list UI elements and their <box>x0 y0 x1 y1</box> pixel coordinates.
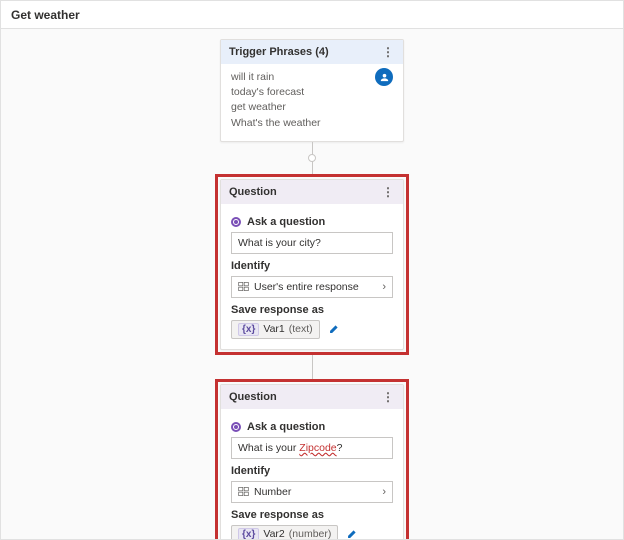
trigger-header: Trigger Phrases (4) ⋮ <box>221 40 403 64</box>
entity-icon <box>238 281 249 292</box>
question-text-input[interactable]: What is your Zipcode? <box>231 437 393 459</box>
authoring-canvas: Trigger Phrases (4) ⋮ will it rain today… <box>1 29 623 539</box>
user-icon <box>375 68 393 86</box>
question-header-text: Question <box>229 391 277 403</box>
edit-icon[interactable] <box>346 529 357 539</box>
chevron-right-icon: › <box>382 281 386 293</box>
question-text-input[interactable]: What is your city? <box>231 232 393 254</box>
variable-badge-icon: {x} <box>238 528 259 539</box>
connector-line <box>312 355 313 379</box>
save-response-label: Save response as <box>231 304 393 316</box>
identify-select[interactable]: Number › <box>231 481 393 503</box>
trigger-phrase: What's the weather <box>231 116 393 131</box>
message-type-icon <box>231 422 241 432</box>
question-header: Question ⋮ <box>221 180 403 204</box>
more-icon[interactable]: ⋮ <box>382 46 395 58</box>
trigger-node[interactable]: Trigger Phrases (4) ⋮ will it rain today… <box>220 39 404 142</box>
page-title-bar: Get weather <box>1 1 623 29</box>
connector-port <box>308 154 316 162</box>
save-response-label: Save response as <box>231 509 393 521</box>
chevron-right-icon: › <box>382 486 386 498</box>
page-title: Get weather <box>11 8 80 22</box>
question-node-2[interactable]: Question ⋮ Ask a question What is your Z… <box>220 384 404 539</box>
entity-icon <box>238 486 249 497</box>
identify-label: Identify <box>231 260 393 272</box>
message-type-icon <box>231 217 241 227</box>
identify-label: Identify <box>231 465 393 477</box>
ask-question-label: Ask a question <box>231 216 393 228</box>
ask-question-label: Ask a question <box>231 421 393 433</box>
more-icon[interactable]: ⋮ <box>382 186 395 198</box>
highlight-box: Question ⋮ Ask a question What is your c… <box>215 174 409 355</box>
highlight-box: Question ⋮ Ask a question What is your Z… <box>215 379 409 539</box>
question-header: Question ⋮ <box>221 385 403 409</box>
trigger-header-text: Trigger Phrases (4) <box>229 46 329 58</box>
variable-chip[interactable]: {x} Var1 (text) <box>231 320 320 339</box>
trigger-phrase: today's forecast <box>231 85 393 100</box>
trigger-phrase: will it rain <box>231 70 393 85</box>
spellcheck-underline: Zipcode <box>299 442 336 454</box>
trigger-phrase: get weather <box>231 100 393 115</box>
edit-icon[interactable] <box>328 324 339 335</box>
identify-select[interactable]: User's entire response › <box>231 276 393 298</box>
question-node-1[interactable]: Question ⋮ Ask a question What is your c… <box>220 179 404 350</box>
variable-badge-icon: {x} <box>238 323 259 336</box>
more-icon[interactable]: ⋮ <box>382 391 395 403</box>
variable-chip[interactable]: {x} Var2 (number) <box>231 525 338 539</box>
trigger-phrase-list: will it rain today's forecast get weathe… <box>231 70 393 131</box>
question-header-text: Question <box>229 186 277 198</box>
